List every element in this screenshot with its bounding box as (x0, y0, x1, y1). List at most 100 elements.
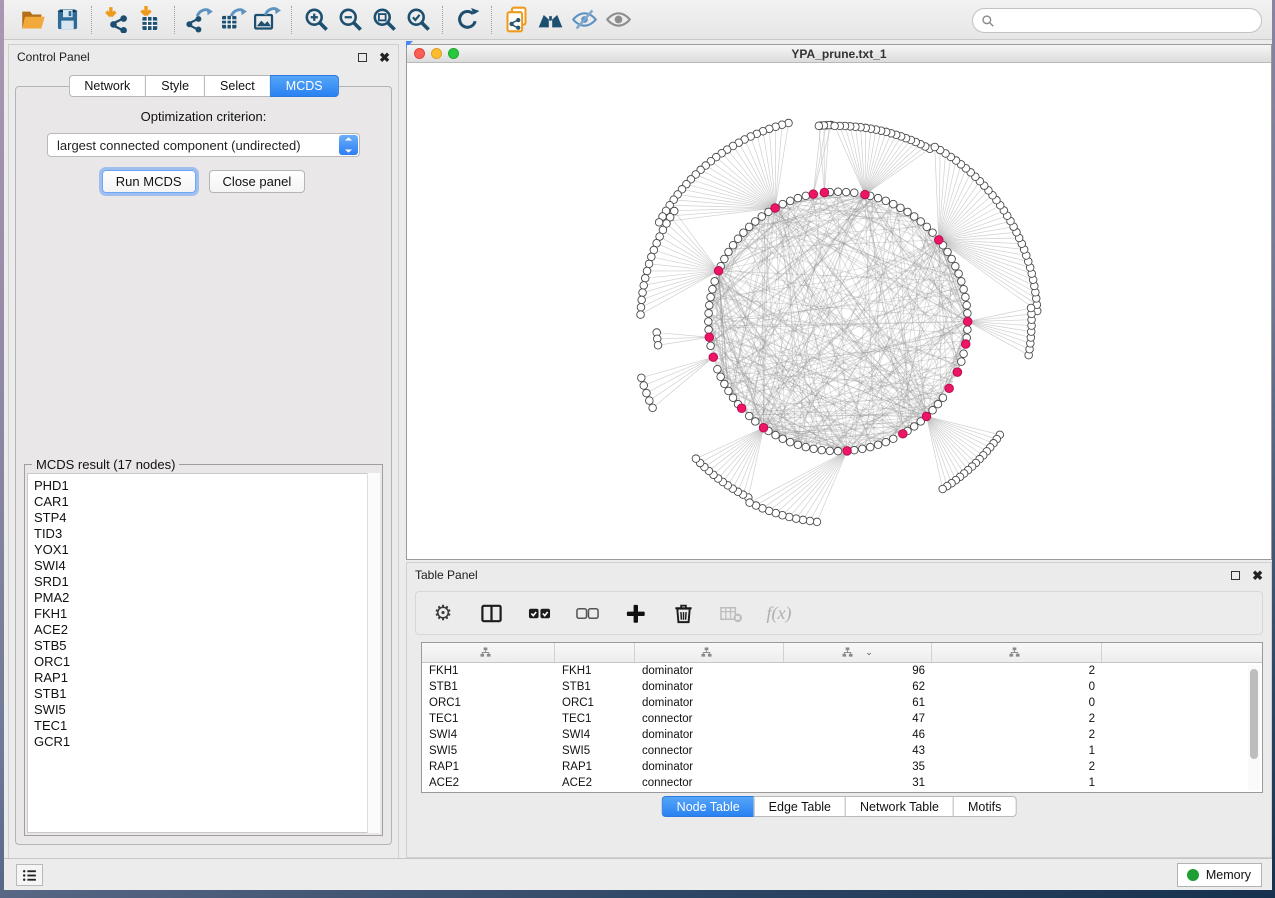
mcds-result-item[interactable]: RAP1 (34, 670, 379, 686)
memory-button[interactable]: Memory (1177, 863, 1262, 887)
mcds-result-item[interactable]: STP4 (34, 510, 379, 526)
mcds-result-item[interactable]: STB5 (34, 638, 379, 654)
column-type-icon (842, 647, 853, 658)
tab-select[interactable]: Select (204, 75, 270, 97)
close-panel-button[interactable]: Close panel (209, 170, 306, 193)
export-network-button[interactable] (182, 4, 216, 36)
tab-edge-table[interactable]: Edge Table (754, 796, 845, 817)
tab-network[interactable]: Network (68, 75, 145, 97)
mcds-list-scrollbar[interactable] (367, 473, 380, 833)
mcds-result-item[interactable]: STB1 (34, 686, 379, 702)
zoom-selected-icon (405, 6, 432, 33)
check-all-icon (528, 602, 551, 625)
mcds-result-item[interactable]: ACE2 (34, 622, 379, 638)
import-network-button[interactable] (99, 4, 133, 36)
cell-shared-name: RAP1 (422, 761, 555, 773)
mcds-result-item[interactable]: TEC1 (34, 718, 379, 734)
table-row[interactable]: ACE2ACE2connector311 (422, 775, 1262, 791)
cell-name: SWI5 (555, 745, 635, 757)
column-header-shared-name[interactable] (422, 643, 555, 662)
column-header-predecessor-nodes[interactable] (932, 643, 1102, 662)
mcds-result-item[interactable]: TID3 (34, 526, 379, 542)
task-history-button[interactable] (16, 864, 43, 886)
mcds-result-item[interactable]: PMA2 (34, 590, 379, 606)
delete-column-button[interactable] (670, 600, 696, 626)
table-row[interactable]: SWI5SWI5connector431 (422, 743, 1262, 759)
refresh-icon (454, 6, 481, 33)
zoom-fit-button[interactable] (367, 4, 401, 36)
column-header-MCDS-role[interactable] (635, 643, 784, 662)
export-image-button[interactable] (250, 4, 284, 36)
zoom-selected-button[interactable] (401, 4, 435, 36)
table-row[interactable]: ORC1ORC1dominator610 (422, 695, 1262, 711)
mcds-result-list[interactable]: PHD1CAR1STP4TID3YOX1SWI4SRD1PMA2FKH1ACE2… (27, 473, 380, 833)
close-table-panel-icon[interactable]: ✖ (1252, 569, 1263, 582)
toggle-graphics-details-button[interactable] (567, 4, 601, 36)
search-box[interactable] (972, 8, 1262, 33)
zoom-in-button[interactable] (299, 4, 333, 36)
open-file-button[interactable] (16, 4, 50, 36)
table-row[interactable]: TEC1TEC1connector472 (422, 711, 1262, 727)
save-session-button[interactable] (50, 4, 84, 36)
table-scrollbar-thumb[interactable] (1250, 669, 1258, 759)
search-input[interactable] (995, 11, 1261, 31)
mcds-result-item[interactable]: SWI5 (34, 702, 379, 718)
table-row[interactable]: YOX1YOX1connector291 (422, 791, 1262, 793)
network-file-button[interactable] (499, 4, 533, 36)
tab-motifs[interactable]: Motifs (953, 796, 1016, 817)
mcds-result-item[interactable]: SWI4 (34, 558, 379, 574)
run-mcds-button[interactable]: Run MCDS (102, 170, 196, 193)
refresh-button[interactable] (450, 4, 484, 36)
table-settings-button[interactable]: ⚙ (430, 600, 456, 626)
table-scrollbar[interactable] (1248, 665, 1260, 790)
mcds-result-item[interactable]: ORC1 (34, 654, 379, 670)
cell-name: ACE2 (555, 777, 635, 789)
search-icon (981, 14, 995, 28)
add-column-button[interactable] (622, 600, 648, 626)
cell-name: ORC1 (555, 697, 635, 709)
mcds-result-item[interactable]: FKH1 (34, 606, 379, 622)
toggle-panel-layout-button[interactable] (478, 600, 504, 626)
open-icon (20, 6, 47, 33)
deselect-all-button[interactable] (574, 600, 600, 626)
hide-columns-button (718, 600, 744, 626)
cell-MCDS-role: dominator (635, 729, 784, 741)
tab-mcds[interactable]: MCDS (270, 75, 339, 97)
search-objects-button[interactable] (533, 4, 567, 36)
table-row[interactable]: RAP1RAP1dominator352 (422, 759, 1262, 775)
mcds-result-item[interactable]: YOX1 (34, 542, 379, 558)
cell-shared-name: FKH1 (422, 665, 555, 677)
function-builder-button: f(x) (766, 600, 792, 626)
tab-style[interactable]: Style (145, 75, 204, 97)
optimization-criterion-select[interactable]: largest connected component (undirected) (47, 133, 360, 157)
import-table-button[interactable] (133, 4, 167, 36)
table-row[interactable]: STB1STB1dominator620 (422, 679, 1262, 695)
network-window-title: YPA_prune.txt_1 (407, 47, 1271, 61)
table-header-row: ⌄ (422, 643, 1262, 663)
cell-predecessor-nodes: 1 (932, 745, 1102, 757)
export-network-icon (186, 6, 213, 33)
cell-MCDS-role: dominator (635, 681, 784, 693)
tab-node-table[interactable]: Node Table (662, 796, 754, 817)
float-table-panel-icon[interactable] (1231, 571, 1240, 580)
cell-successor-nodes: 46 (784, 729, 932, 741)
table-row[interactable]: SWI4SWI4dominator462 (422, 727, 1262, 743)
float-panel-icon[interactable] (358, 53, 367, 62)
function-icon: f(x) (767, 603, 792, 624)
tab-network-table[interactable]: Network Table (845, 796, 953, 817)
close-panel-icon[interactable]: ✖ (379, 51, 390, 64)
select-all-button[interactable] (526, 600, 552, 626)
mcds-result-item[interactable]: CAR1 (34, 494, 379, 510)
column-header-successor-nodes[interactable]: ⌄ (784, 643, 932, 662)
show-hide-button[interactable] (601, 4, 635, 36)
mcds-result-item[interactable]: SRD1 (34, 574, 379, 590)
network-canvas[interactable] (407, 63, 1271, 559)
export-table-button[interactable] (216, 4, 250, 36)
column-header-name[interactable] (555, 643, 635, 662)
trash-icon (672, 602, 695, 625)
table-row[interactable]: FKH1FKH1dominator962 (422, 663, 1262, 679)
zoom-out-button[interactable] (333, 4, 367, 36)
mcds-result-item[interactable]: PHD1 (34, 478, 379, 494)
mcds-result-item[interactable]: GCR1 (34, 734, 379, 750)
network-window-titlebar[interactable]: YPA_prune.txt_1 (407, 45, 1271, 63)
